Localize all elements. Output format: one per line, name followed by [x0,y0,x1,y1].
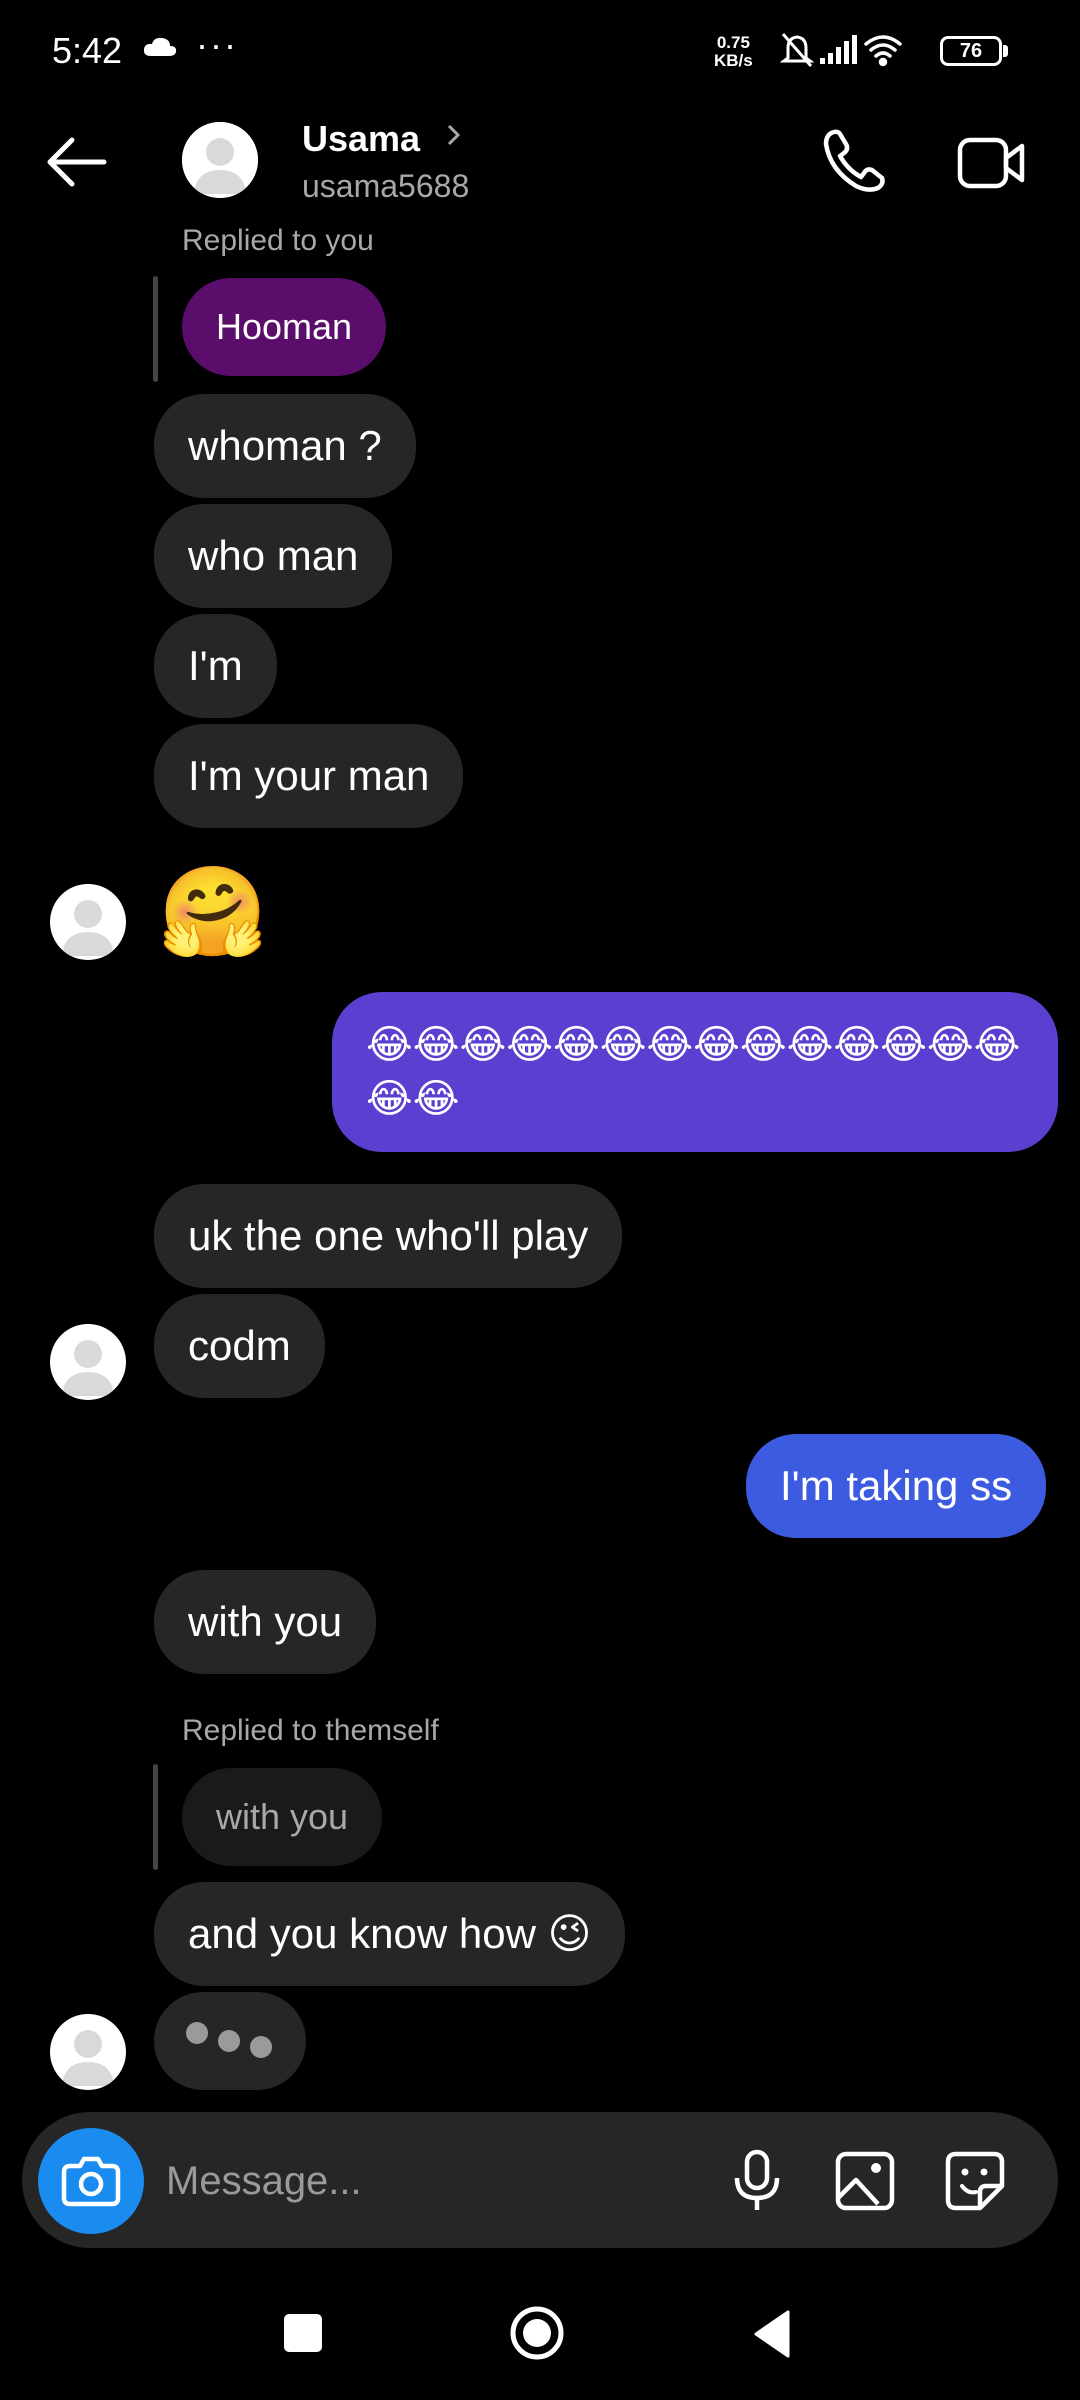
sticker-button[interactable] [940,2146,1010,2216]
contact-username[interactable]: usama5688 [302,168,469,205]
video-call-button[interactable] [956,128,1028,198]
sender-avatar[interactable] [50,2014,126,2090]
sender-avatar[interactable] [50,1324,126,1400]
message-bubble[interactable]: codm [154,1294,325,1398]
home-circle-icon[interactable] [508,2304,566,2362]
net-speed-unit: KB/s [714,51,753,70]
emoji-message[interactable]: 🤗 [158,862,268,962]
net-speed-value: 0.75 [716,33,750,52]
chevron-right-icon[interactable] [444,120,464,158]
sent-message-bubble[interactable]: 😂😂😂😂😂😂😂😂😂😂😂😂😂😂😂😂 [332,992,1058,1152]
sender-avatar[interactable] [50,884,126,960]
gallery-icon [835,2151,895,2211]
typing-indicator [154,1992,306,2090]
typing-dot [250,2036,272,2058]
reply-line [153,1764,158,1870]
avatar-icon [62,1340,114,1396]
back-button[interactable] [42,128,112,198]
avatar-icon [62,2030,114,2086]
quoted-message[interactable]: Hooman [182,278,387,376]
call-button[interactable] [820,126,890,196]
avatar-icon [62,900,114,956]
message-bubble[interactable]: I'm [154,614,277,718]
silent-bell-icon [779,33,815,67]
camera-button[interactable] [38,2128,144,2234]
sent-message-bubble[interactable]: I'm taking ss [746,1434,1047,1538]
typing-dot [218,2030,240,2052]
camera-icon [61,2156,121,2207]
video-icon [957,137,1025,189]
message-bubble[interactable]: whoman ? [154,394,416,498]
avatar-icon [182,122,258,198]
battery-icon: 76 [940,36,1002,66]
message-bubble[interactable]: and you know how 😉 [154,1882,626,1986]
message-bubble[interactable]: who man [154,504,393,608]
back-triangle-icon[interactable] [746,2304,806,2364]
back-arrow-icon [47,137,107,187]
status-icons [779,30,930,75]
net-speed: 0.75 KB/s [714,34,753,70]
message-input[interactable] [164,2150,688,2212]
wifi-icon [864,35,902,67]
contact-name[interactable]: Usama [302,118,420,160]
header-avatar[interactable] [182,122,258,198]
recents-square-icon[interactable] [284,2314,322,2352]
message-bubble[interactable]: I'm your man [154,724,464,828]
battery-tip [1003,45,1008,57]
mic-icon [734,2149,780,2210]
status-time: 5:42 [52,30,123,71]
voice-message-button[interactable] [722,2146,792,2216]
reply-label: Replied to you [182,224,374,257]
cloud-icon [142,36,178,63]
phone-icon [823,129,885,192]
gallery-button[interactable] [830,2146,900,2216]
message-bubble[interactable]: with you [154,1570,377,1674]
reply-label: Replied to themself [182,1714,439,1747]
message-bubble[interactable]: uk the one who'll play [154,1184,623,1288]
signal-icon [820,35,857,64]
typing-dot [186,2022,208,2044]
sticker-icon [945,2151,1005,2211]
reply-line [153,276,158,382]
more-status-icon: ··· [196,24,238,65]
quoted-message[interactable]: with you [182,1768,383,1866]
